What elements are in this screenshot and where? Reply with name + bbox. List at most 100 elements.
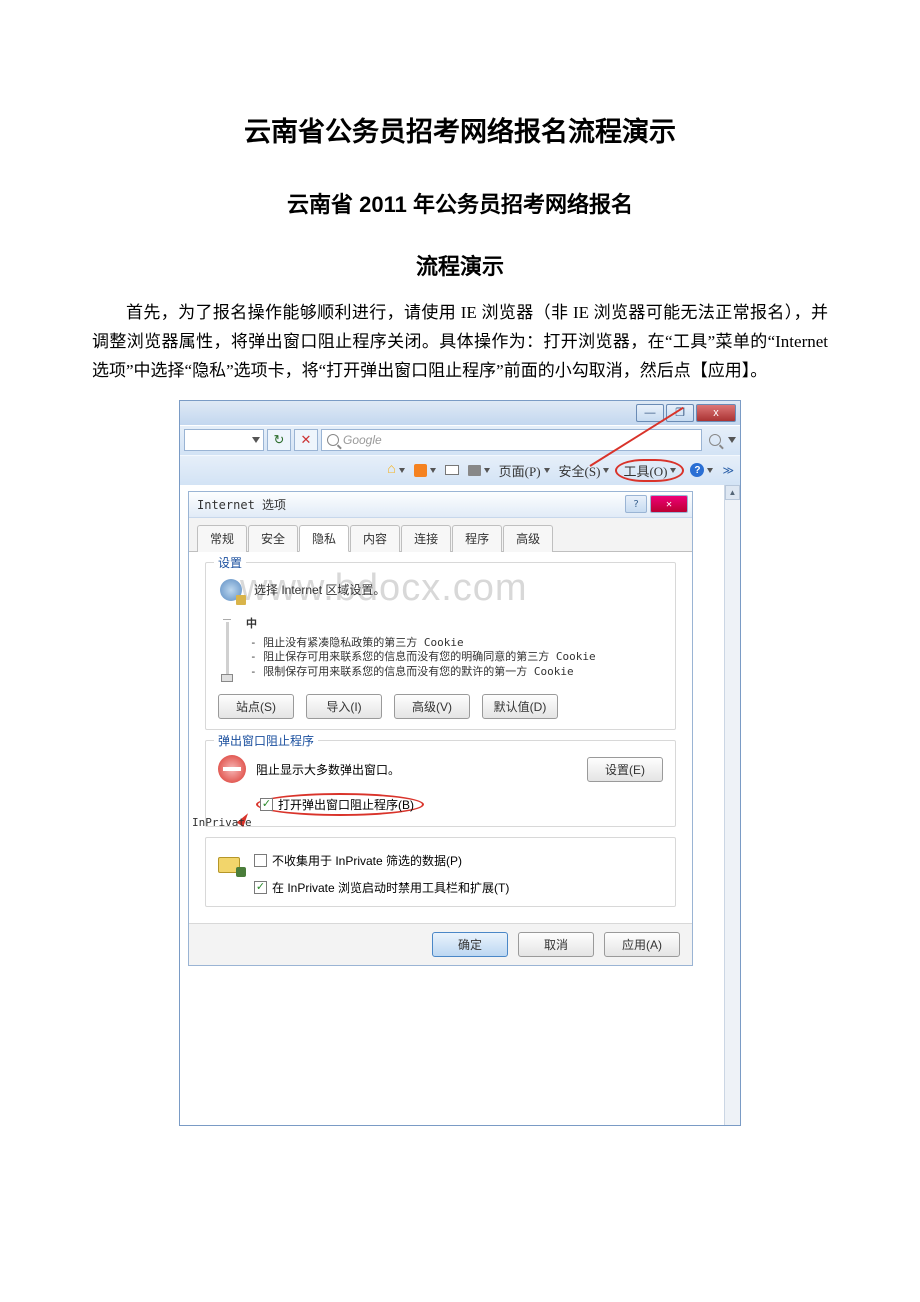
slider-description: 中 - 阻止没有紧凑隐私政策的第三方 Cookie - 阻止保存可用来联系您的信… [246, 617, 663, 680]
vertical-scrollbar[interactable]: ▲ [724, 485, 740, 1125]
settings-group: 设置 选择 Internet 区域设置。 中 - 阻止没有紧 [205, 562, 676, 730]
page-menu[interactable]: 页面(P) [496, 461, 553, 480]
print-icon [468, 465, 481, 476]
window-titlebar: — ❐ x [180, 401, 740, 425]
rss-button[interactable] [411, 464, 439, 477]
dropdown-icon [484, 468, 490, 473]
para-text-ie: IE [461, 303, 477, 322]
minimize-button[interactable]: — [636, 404, 664, 422]
search-icon [327, 434, 339, 446]
tab-content[interactable]: 内容 [350, 525, 400, 552]
popup-checkbox-label: 打开弹出窗口阻止程序(B) [278, 796, 414, 813]
search-placeholder: Google [343, 433, 382, 447]
dropdown-icon [603, 468, 609, 473]
stop-button[interactable]: ✕ [294, 429, 318, 451]
ie-screenshot: — ❐ x ↻ ✕ Google ⌂ 页面(P) 安全(S) 工具(O) ? ≫… [179, 400, 741, 1126]
para-text: 选项”中选择“隐私”选项卡，将“打开弹出窗口阻止程序”前面的小勾取消，然后点【应… [92, 361, 767, 380]
print-button[interactable] [465, 465, 493, 476]
sites-button[interactable]: 站点(S) [218, 694, 294, 719]
popup-desc-text: 阻止显示大多数弹出窗口。 [256, 761, 400, 778]
tab-general[interactable]: 常规 [197, 525, 247, 552]
internet-options-dialog: Internet 选项 ? ✕ 常规 安全 隐私 内容 连接 程序 高级 设置 [188, 491, 693, 966]
address-combo[interactable] [184, 429, 264, 451]
tab-privacy[interactable]: 隐私 [299, 525, 349, 552]
advanced-button[interactable]: 高级(V) [394, 694, 470, 719]
stop-icon: ✕ [301, 432, 312, 448]
dialog-title: Internet 选项 [197, 496, 286, 513]
popup-checkbox-highlight: 打开弹出窗口阻止程序(B) [256, 793, 424, 816]
dialog-tabs: 常规 安全 隐私 内容 连接 程序 高级 [189, 518, 692, 552]
para-text: 浏览器（非 [477, 303, 573, 322]
dialog-close-button[interactable]: ✕ [650, 495, 688, 513]
apply-button[interactable]: 应用(A) [604, 932, 680, 957]
cancel-button[interactable]: 取消 [518, 932, 594, 957]
maximize-button[interactable]: ❐ [666, 404, 694, 422]
tools-label: 工具(O) [623, 461, 667, 480]
ok-button[interactable]: 确定 [432, 932, 508, 957]
doc-title-sub2: 流程演示 [92, 249, 828, 281]
address-bar-row: ↻ ✕ Google [180, 425, 740, 455]
toolbar-overflow[interactable]: ≫ [722, 464, 734, 477]
privacy-slider[interactable] [218, 617, 236, 680]
dialog-body: 设置 选择 Internet 区域设置。 中 - 阻止没有紧 [189, 552, 692, 923]
popup-group-label: 弹出窗口阻止程序 [214, 732, 318, 749]
scroll-up-icon[interactable]: ▲ [725, 485, 740, 500]
dialog-footer: 确定 取消 应用(A) [189, 923, 692, 965]
settings-group-label: 设置 [214, 554, 246, 571]
privacy-bullet: - 阻止没有紧凑隐私政策的第三方 Cookie [250, 636, 663, 651]
settings-desc: 选择 Internet 区域设置。 [254, 577, 385, 605]
home-icon: ⌂ [387, 462, 395, 478]
privacy-bullet: - 阻止保存可用来联系您的信息而没有您的明确同意的第三方 Cookie [250, 650, 663, 665]
dropdown-icon [670, 468, 676, 473]
home-button[interactable]: ⌂ [384, 462, 407, 478]
mail-button[interactable] [442, 465, 462, 475]
tools-menu[interactable]: 工具(O) [615, 459, 684, 482]
mail-icon [445, 465, 459, 475]
slider-thumb[interactable] [221, 674, 233, 682]
safety-menu[interactable]: 安全(S) [556, 461, 613, 480]
privacy-bullet: - 限制保存可用来联系您的信息而没有您的默许的第一方 Cookie [250, 665, 663, 680]
inprivate-disable-toolbar-checkbox[interactable] [254, 881, 267, 894]
globe-icon [218, 577, 246, 605]
popup-blocker-checkbox[interactable] [260, 798, 273, 811]
help-icon: ? [690, 463, 704, 477]
intro-paragraph: 首先，为了报名操作能够顺利进行，请使用 IE 浏览器（非 IE 浏览器可能无法正… [92, 299, 828, 386]
help-button[interactable]: ? [687, 463, 716, 477]
refresh-button[interactable]: ↻ [267, 429, 291, 451]
dropdown-icon [544, 468, 550, 473]
inprivate-group: 不收集用于 InPrivate 筛选的数据(P) 在 InPrivate 浏览启… [205, 837, 676, 907]
tab-security[interactable]: 安全 [248, 525, 298, 552]
default-button[interactable]: 默认值(D) [482, 694, 558, 719]
search-go-button[interactable] [705, 429, 725, 451]
dropdown-icon [399, 468, 405, 473]
dropdown-icon [252, 437, 260, 443]
dialog-help-button[interactable]: ? [625, 495, 647, 513]
doc-title-sub: 云南省 2011 年公务员招考网络报名 [92, 187, 828, 219]
para-text: 首先，为了报名操作能够顺利进行，请使用 [126, 303, 461, 322]
dropdown-icon [430, 468, 436, 473]
tab-advanced[interactable]: 高级 [503, 525, 553, 552]
inprivate-collect-label: 不收集用于 InPrivate 筛选的数据(P) [272, 852, 462, 869]
tab-connections[interactable]: 连接 [401, 525, 451, 552]
privacy-level-medium: 中 [246, 617, 663, 632]
dropdown-icon [707, 468, 713, 473]
refresh-icon: ↻ [274, 432, 285, 448]
para-text-ie2: IE [573, 303, 589, 322]
inprivate-sidelabel: InPrivate [192, 816, 252, 829]
para-text-internet: Internet [775, 332, 828, 351]
tab-programs[interactable]: 程序 [452, 525, 502, 552]
import-button[interactable]: 导入(I) [306, 694, 382, 719]
ie-content-area: www.bdocx.com Internet 选项 ? ✕ 常规 安全 隐私 内… [180, 485, 740, 1125]
block-icon [218, 755, 246, 783]
doc-title-main: 云南省公务员招考网络报名流程演示 [92, 110, 828, 149]
rss-icon [414, 464, 427, 477]
dropdown-icon[interactable] [728, 437, 736, 443]
close-button[interactable]: x [696, 404, 736, 422]
popup-settings-button[interactable]: 设置(E) [587, 757, 663, 782]
search-icon [709, 434, 721, 446]
popup-blocker-group: 弹出窗口阻止程序 阻止显示大多数弹出窗口。 设置(E) 打开弹出窗口阻止程序(B… [205, 740, 676, 827]
dialog-titlebar: Internet 选项 ? ✕ [189, 492, 692, 518]
inprivate-collect-checkbox[interactable] [254, 854, 267, 867]
command-toolbar: ⌂ 页面(P) 安全(S) 工具(O) ? ≫ [180, 455, 740, 485]
page-label: 页面(P) [499, 461, 541, 480]
